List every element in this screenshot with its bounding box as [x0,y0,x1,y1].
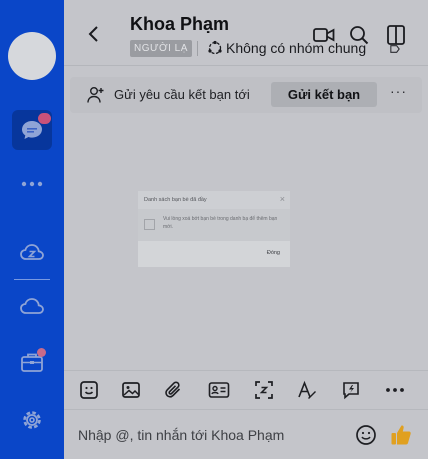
avatar[interactable] [8,32,56,80]
notification-dot [37,348,46,357]
screenshot-icon [255,381,273,399]
sidebar-item-settings[interactable] [12,400,52,440]
dialog-footer: Đóng [138,241,290,267]
sidebar-item-zcloud[interactable] [12,232,52,272]
video-camera-icon [313,28,335,42]
header-divider [197,41,198,56]
message-composer [64,411,428,459]
contact-name[interactable]: Khoa Phạm [130,14,229,35]
dialog-body: Vui lòng xoá bớt bạn bè trong danh bạ để… [138,209,290,241]
back-arrow-icon[interactable] [86,24,102,44]
settings-icon [23,411,41,429]
composer-toolbar [64,370,428,410]
image-icon [122,382,140,398]
screenshot-button[interactable] [253,379,275,401]
sidebar-item-more[interactable] [12,164,52,204]
text-format-icon [298,380,316,399]
sticker-icon [80,381,98,399]
add-friend-icon [87,87,104,103]
conversation-info-button[interactable] [384,24,408,46]
sidebar-item-cloud[interactable] [12,286,52,326]
quick-message-button[interactable] [340,379,362,401]
video-call-button[interactable] [312,24,336,46]
text-format-button[interactable] [296,379,318,401]
group-icon [208,40,222,55]
more-icon [386,388,404,392]
conversation-header: Khoa Phạm NGƯỜI LẠ Không có nhóm chung [64,0,428,66]
friend-request-message: Gửi yêu cầu kết bạn tới [114,87,250,102]
more-options-button[interactable] [384,379,406,401]
quick-message-icon [343,382,359,400]
warning-icon [144,219,155,230]
search-button[interactable] [347,24,371,46]
friend-list-full-dialog: Danh sách bạn bè đã đầy × Vui lòng xoá b… [138,191,290,267]
cloud-icon [20,298,44,314]
sidebar [0,0,64,459]
send-friend-request-button[interactable]: Gửi kết bạn [271,82,377,107]
attachment-icon [165,381,181,398]
contact-card-icon [208,382,230,398]
common-groups-label: Không có nhóm chung [226,40,367,56]
message-input[interactable] [78,423,348,447]
search-icon [350,26,369,45]
stranger-tag: NGƯỜI LẠ [130,40,192,57]
friend-request-bar: Gửi yêu cầu kết bạn tới Gửi kết bạn ··· [70,77,422,113]
sticker-button[interactable] [78,379,100,401]
sidebar-divider [14,279,50,280]
send-image-button[interactable] [120,379,142,401]
common-groups-status[interactable]: Không có nhóm chung [207,40,366,56]
dialog-message: Vui lòng xoá bớt bạn bè trong danh bạ để… [163,216,278,230]
dialog-close-icon[interactable]: × [280,194,285,204]
sidebar-item-messages[interactable] [12,110,52,150]
thumbs-up-icon[interactable] [390,423,412,447]
more-dots-icon [21,181,43,187]
zcloud-icon [20,244,44,260]
emoji-icon[interactable] [355,424,377,446]
sidebar-item-tools[interactable] [12,342,52,382]
friend-request-more-button[interactable]: ··· [390,83,407,99]
unread-badge [38,113,51,124]
sidebar-toggle-icon [387,25,405,45]
dialog-title: Danh sách bạn bè đã đầy [144,197,207,203]
attach-file-button[interactable] [163,379,185,401]
dialog-close-button[interactable]: Đóng [267,250,280,256]
send-contact-card-button[interactable] [208,379,230,401]
